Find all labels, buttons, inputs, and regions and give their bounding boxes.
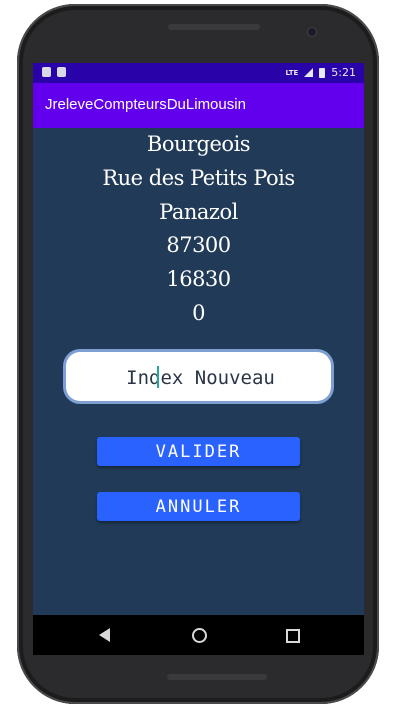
old-index: 16830 [166,267,231,291]
navigation-bar [33,615,364,655]
postal-code: 87300 [166,233,231,257]
notification-icon [42,67,51,77]
app-title: JreleveCompteursDuLimousin [45,96,246,113]
front-camera [308,28,316,36]
earpiece-speaker [168,24,260,30]
customer-name: Bourgeois [146,132,251,156]
device-screen: LTE 5:21 JreleveCompteursDuLimousin Bour… [33,63,364,655]
status-time: 5:21 [331,66,356,79]
recents-icon[interactable] [286,629,300,643]
main-content: Bourgeois Rue des Petits Pois Panazol 87… [33,128,364,615]
notification-icon [57,67,66,77]
value-display: 0 [192,301,205,325]
status-bar: LTE 5:21 [33,63,364,83]
new-index-field[interactable] [66,352,335,403]
app-bar: JreleveCompteursDuLimousin [33,83,364,128]
text-cursor [157,366,159,388]
validate-button[interactable]: VALIDER [97,437,300,466]
new-index-input[interactable] [66,352,335,403]
street-address: Rue des Petits Pois [102,166,295,190]
cancel-button[interactable]: ANNULER [97,492,300,521]
back-icon[interactable] [99,628,110,642]
home-icon[interactable] [192,628,207,643]
battery-icon [319,67,326,78]
network-type: LTE [285,68,299,77]
bottom-speaker [167,674,267,680]
city: Panazol [159,200,238,224]
signal-icon [304,68,314,77]
